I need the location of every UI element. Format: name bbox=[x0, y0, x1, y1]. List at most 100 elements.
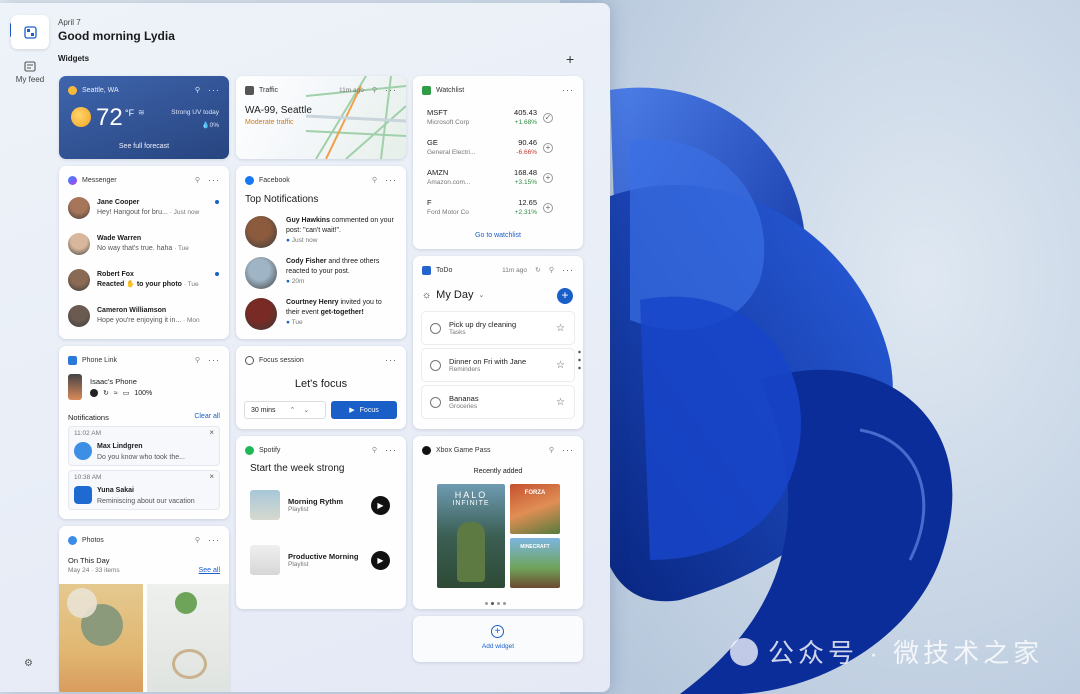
message-row[interactable]: Robert Fox Reacted ✋ to your photo · Tue bbox=[68, 265, 220, 295]
pin-icon[interactable]: ⚲ bbox=[195, 176, 200, 184]
pin-icon[interactable]: ⚲ bbox=[372, 176, 377, 184]
watchlist-row[interactable]: F Ford Motor Co 12.65 +2.31% + bbox=[427, 195, 571, 221]
plus-icon[interactable]: + bbox=[543, 173, 553, 183]
refresh-icon[interactable]: ↻ bbox=[535, 266, 541, 274]
pin-icon[interactable]: ⚲ bbox=[195, 356, 200, 364]
see-forecast-link[interactable]: See full forecast bbox=[59, 143, 229, 150]
star-icon[interactable]: ☆ bbox=[556, 397, 565, 408]
playlist-row[interactable]: Morning Rythm Playlist ▶ bbox=[250, 488, 394, 522]
facebook-widget[interactable]: Facebook ⚲ ··· Top Notifications Guy Hawki… bbox=[236, 166, 406, 339]
temperature-unit: °F bbox=[125, 108, 135, 118]
pin-icon[interactable]: ⚲ bbox=[549, 446, 554, 454]
more-icon[interactable]: ··· bbox=[208, 355, 220, 365]
minecraft-title: MINECRAFT bbox=[520, 544, 550, 550]
photo-thumbnail-2[interactable] bbox=[147, 584, 229, 692]
phone-notification[interactable]: 10:38 AM × Yuna Sakai Reminiscing about our… bbox=[68, 470, 220, 510]
plus-icon[interactable]: + bbox=[543, 143, 553, 153]
notification-text: Guy Hawkins commented on your post: "can… bbox=[286, 216, 397, 248]
play-button[interactable]: ▶ bbox=[371, 550, 390, 570]
notification-row[interactable]: Cody Fisher and three others reacted to … bbox=[245, 257, 397, 289]
traffic-widget[interactable]: Traffic 11m ago ⚲ ··· WA-99, Seattle Modera… bbox=[236, 76, 406, 159]
playlist-name: Productive Morning bbox=[288, 552, 359, 561]
more-icon[interactable]: ··· bbox=[208, 85, 220, 95]
stock-info: GE General Electri... bbox=[427, 138, 485, 158]
do-not-disturb-icon[interactable] bbox=[90, 389, 98, 397]
task-checkbox[interactable] bbox=[430, 359, 441, 371]
notification-row[interactable]: Courtney Henry invited you to their even… bbox=[245, 298, 397, 330]
chevron-up-icon[interactable]: ⌃ bbox=[290, 406, 296, 414]
task-item[interactable]: Dinner on Fri with Jane Reminders ☆ bbox=[421, 348, 575, 382]
pin-icon[interactable]: ⚲ bbox=[195, 536, 200, 544]
watchlist-row[interactable]: GE General Electri... 90.46 -6.66% + bbox=[427, 135, 571, 161]
more-icon[interactable]: ··· bbox=[385, 445, 397, 455]
star-icon[interactable]: ☆ bbox=[556, 360, 565, 371]
message-row[interactable]: Wade Warren No way that's true. haha · Tu… bbox=[68, 229, 220, 259]
pin-icon[interactable]: ⚲ bbox=[549, 266, 554, 274]
halo-infinite-tile[interactable]: HALO INFINITE bbox=[437, 484, 505, 588]
go-to-watchlist-link[interactable]: Go to watchlist bbox=[413, 232, 583, 239]
chevron-down-icon[interactable]: ⌄ bbox=[303, 406, 309, 414]
minecraft-tile[interactable]: MINECRAFT bbox=[510, 538, 560, 588]
photos-widget[interactable]: Photos ⚲ ··· On This Day May 24 · 33 items… bbox=[59, 526, 229, 692]
messenger-widget[interactable]: Messenger ⚲ ··· Jane Cooper Hey! Hangout fo… bbox=[59, 166, 229, 339]
forza-tile[interactable]: FORZA bbox=[510, 484, 560, 534]
plus-icon[interactable]: + bbox=[543, 203, 553, 213]
focus-button[interactable]: ▶ Focus bbox=[331, 401, 397, 419]
more-icon[interactable]: ··· bbox=[562, 85, 574, 95]
check-icon[interactable]: ✓ bbox=[543, 113, 553, 123]
gear-icon[interactable]: ⚙ bbox=[24, 658, 33, 669]
task-title: Dinner on Fri with Jane bbox=[449, 357, 527, 366]
pin-icon[interactable]: ⚲ bbox=[372, 446, 377, 454]
pin-icon[interactable]: ⚲ bbox=[195, 86, 200, 94]
widgets-icon bbox=[23, 25, 37, 39]
carousel-dots[interactable] bbox=[485, 602, 506, 605]
watchlist-row[interactable]: MSFT Microsoft Corp 405.43 +1.68% ✓ bbox=[427, 105, 571, 131]
my-feed-label: My feed bbox=[15, 74, 45, 84]
message-row[interactable]: Cameron Williamson Hope you're enjoying i… bbox=[68, 301, 220, 331]
more-icon[interactable]: ··· bbox=[562, 445, 574, 455]
task-checkbox[interactable] bbox=[430, 396, 441, 408]
spotify-widget[interactable]: Spotify ⚲ ··· Start the week strong Mornin… bbox=[236, 436, 406, 609]
task-text: Bananas Groceries bbox=[449, 394, 479, 410]
playlist-row[interactable]: Productive Morning Playlist ▶ bbox=[250, 543, 394, 577]
notification-row[interactable]: Guy Hawkins commented on your post: "can… bbox=[245, 216, 397, 248]
more-icon[interactable]: ··· bbox=[208, 535, 220, 545]
my-feed-nav-button[interactable]: My feed bbox=[11, 55, 49, 89]
message-time: Tue bbox=[187, 281, 199, 288]
chevron-down-icon[interactable]: ⌄ bbox=[478, 291, 484, 299]
add-widget-button[interactable]: + Add widget bbox=[413, 616, 583, 662]
more-icon[interactable]: ··· bbox=[562, 265, 574, 275]
clear-all-link[interactable]: Clear all bbox=[194, 413, 220, 420]
close-icon[interactable]: × bbox=[209, 428, 214, 437]
spartan-figure bbox=[457, 522, 485, 582]
duration-select[interactable]: 30 mins ⌃ ⌄ bbox=[244, 401, 326, 419]
plus-icon[interactable]: + bbox=[566, 51, 574, 67]
phone-link-widget[interactable]: Phone Link ⚲ ··· Isaac's Phone ↻ ≈ ▭ 100% … bbox=[59, 346, 229, 519]
task-checkbox[interactable] bbox=[430, 322, 441, 334]
see-all-link[interactable]: See all bbox=[199, 567, 220, 574]
task-item[interactable]: Bananas Groceries ☆ bbox=[421, 385, 575, 419]
task-item[interactable]: Pick up dry cleaning Tasks ☆ bbox=[421, 311, 575, 345]
message-row[interactable]: Jane Cooper Hey! Hangout for bru... · Jus… bbox=[68, 193, 220, 223]
widgets-nav-button[interactable] bbox=[11, 15, 49, 49]
more-icon[interactable]: ··· bbox=[208, 175, 220, 185]
sync-icon[interactable]: ↻ bbox=[103, 389, 109, 397]
xbox-game-pass-widget[interactable]: Xbox Game Pass ⚲ ··· Recently added HALO I… bbox=[413, 436, 583, 609]
phone-notification[interactable]: 11:02 AM × Max Lindgren Do you know who too… bbox=[68, 426, 220, 466]
watchlist-widget[interactable]: Watchlist ··· MSFT Microsoft Corp 405.43 +1.… bbox=[413, 76, 583, 249]
add-task-button[interactable]: + bbox=[557, 288, 573, 304]
more-icon[interactable]: ··· bbox=[385, 85, 397, 95]
play-button[interactable]: ▶ bbox=[371, 495, 390, 515]
pin-icon[interactable]: ⚲ bbox=[372, 86, 377, 94]
star-icon[interactable]: ☆ bbox=[556, 323, 565, 334]
close-icon[interactable]: × bbox=[209, 472, 214, 481]
sunny-icon bbox=[71, 107, 91, 127]
todo-widget[interactable]: ToDo 11m ago ↻ ⚲ ··· ☼ My Day ⌄ + Pick up dry … bbox=[413, 256, 583, 429]
watchlist-row[interactable]: AMZN Amazon.com... 168.48 +3.15% + bbox=[427, 165, 571, 191]
weather-widget[interactable]: Seattle, WA ⚲ ··· 72 °F ≋ Strong UV today … bbox=[59, 76, 229, 159]
focus-session-widget[interactable]: Focus session ··· Let's focus 30 mins ⌃ ⌄ ▶… bbox=[236, 346, 406, 429]
photo-thumbnail-1[interactable] bbox=[59, 584, 143, 692]
more-icon[interactable]: ··· bbox=[385, 175, 397, 185]
more-icon[interactable]: ··· bbox=[385, 355, 397, 365]
scroll-handle[interactable] bbox=[578, 348, 581, 372]
